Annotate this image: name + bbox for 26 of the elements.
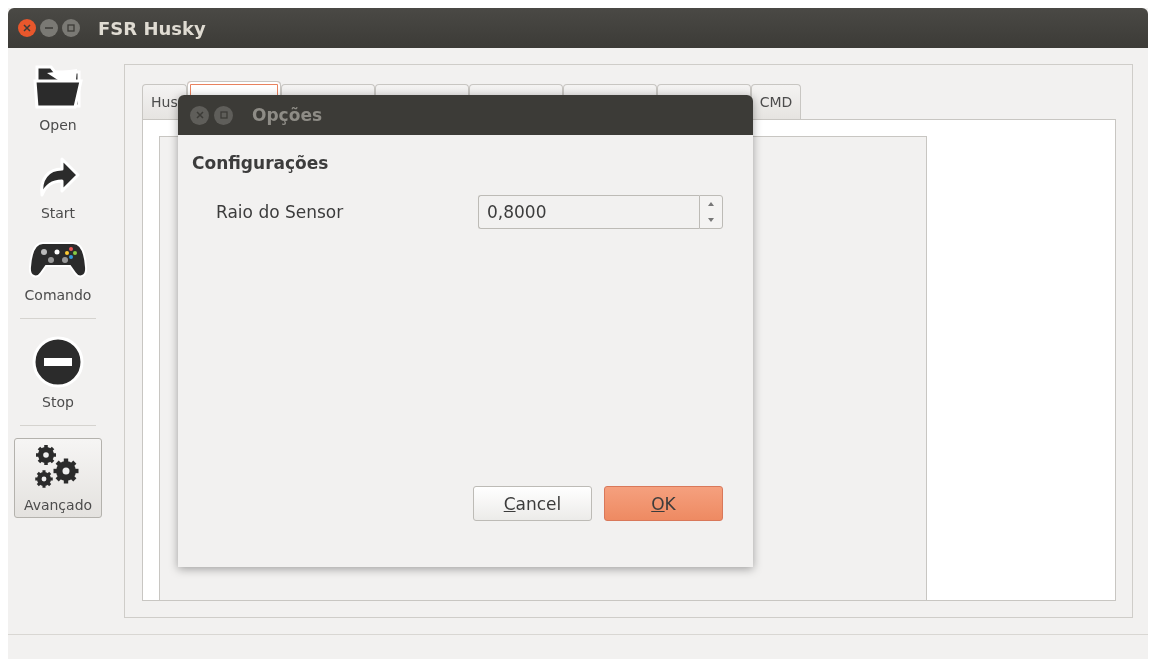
toolbar-button[interactable]: Stop xyxy=(14,331,102,415)
minimize-button[interactable] xyxy=(40,19,58,37)
tab[interactable]: CMD xyxy=(750,84,802,119)
maximize-icon xyxy=(219,111,228,119)
close-icon xyxy=(195,111,204,119)
maximize-button[interactable] xyxy=(62,19,80,37)
toolbar-button[interactable]: Start xyxy=(14,146,102,226)
toolbar-button[interactable]: Open xyxy=(14,58,102,138)
minimize-icon xyxy=(45,24,53,32)
folder-icon xyxy=(31,63,85,111)
close-button[interactable] xyxy=(190,105,209,125)
spin-buttons[interactable] xyxy=(699,195,723,229)
maximize-icon xyxy=(67,24,75,32)
maximize-button[interactable] xyxy=(214,105,233,125)
ok-button[interactable]: OK xyxy=(604,486,723,521)
toolbar-button[interactable]: Avançado xyxy=(14,438,102,518)
dialog-title: Opções xyxy=(252,105,323,125)
close-icon xyxy=(23,24,31,32)
window-title: FSR Husky xyxy=(98,17,206,39)
stop-icon xyxy=(32,336,84,388)
field-label: Raio do Sensor xyxy=(216,202,345,222)
spin-box-field[interactable]: 0,8000 xyxy=(478,195,699,229)
section-heading: Configurações xyxy=(192,153,330,173)
cancel-button[interactable]: Cancel xyxy=(473,486,592,521)
close-button[interactable] xyxy=(18,19,36,37)
toolbar-button[interactable]: Comando xyxy=(14,234,102,308)
